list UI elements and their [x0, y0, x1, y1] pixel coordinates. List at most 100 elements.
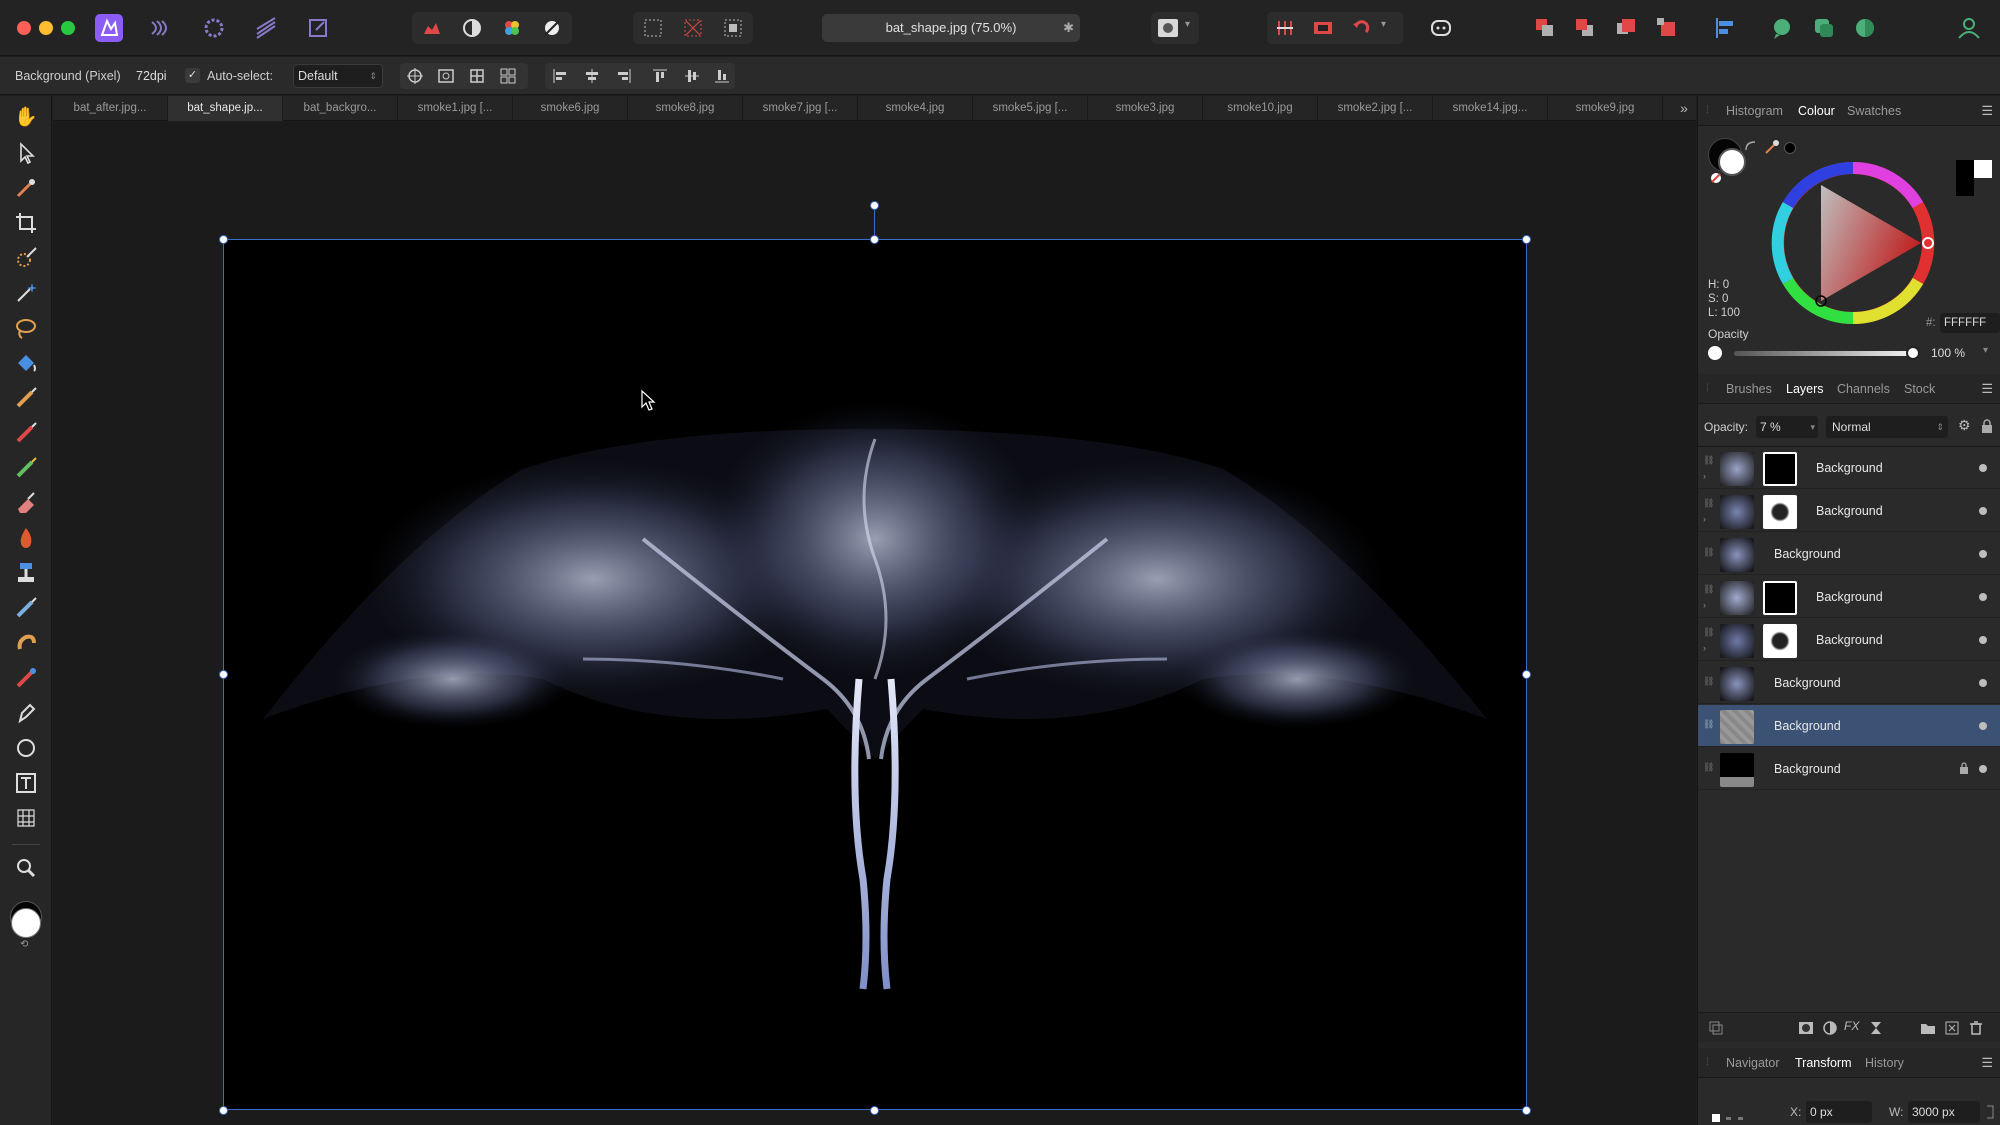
invert-selection-icon[interactable] — [723, 18, 743, 38]
brightness-icon[interactable] — [462, 18, 482, 38]
zoom-tool-icon[interactable] — [12, 854, 40, 882]
arrange-forward-icon[interactable] — [1531, 14, 1559, 42]
resize-handle-bottom[interactable] — [870, 1106, 879, 1115]
tab-layers[interactable]: Layers — [1786, 374, 1824, 404]
smudge-tool-icon[interactable] — [12, 594, 40, 622]
swatch-black-1[interactable] — [1956, 160, 1974, 178]
paint-brush-tool-icon[interactable] — [12, 419, 40, 447]
opacity-slider[interactable] — [1734, 351, 1908, 356]
resize-handle-top-left[interactable] — [219, 235, 228, 244]
resize-handle-top[interactable] — [870, 235, 879, 244]
develop-persona-icon[interactable] — [200, 14, 228, 42]
tab-transform[interactable]: Transform — [1795, 1048, 1852, 1078]
layer-visibility-dot[interactable] — [1979, 765, 1987, 773]
mask-layer-icon[interactable] — [1798, 1020, 1814, 1036]
layer-link-icon[interactable]: ⛓ — [1703, 719, 1714, 730]
layer-link-icon[interactable]: ⛓ — [1703, 584, 1714, 595]
expand-chevron-icon[interactable]: › — [1703, 514, 1706, 524]
resize-handle-top-right[interactable] — [1522, 235, 1531, 244]
doc-tab[interactable]: smoke6.jpg — [513, 96, 628, 121]
layer-link-icon[interactable]: ⛓ — [1703, 455, 1714, 466]
layer-row[interactable]: ⛓ Background — [1698, 533, 2000, 575]
fx-icon[interactable]: FX — [1844, 1019, 1859, 1033]
colour-wheel[interactable] — [1768, 158, 1938, 328]
selection-box-icon[interactable] — [468, 67, 486, 85]
opacity-slider-thumb[interactable] — [1906, 346, 1920, 360]
lock-icon[interactable] — [1981, 419, 1993, 434]
opacity-value[interactable]: 100 % — [1931, 346, 1965, 360]
blemish-removal-tool-icon[interactable] — [12, 629, 40, 657]
doc-tab[interactable]: smoke8.jpg — [628, 96, 743, 121]
more-tabs-chevron-icon[interactable]: » — [1673, 96, 1695, 121]
color-wheel-icon[interactable] — [502, 18, 522, 38]
layer-visibility-dot[interactable] — [1979, 722, 1987, 730]
link-proportions-icon[interactable] — [1985, 1105, 1995, 1119]
pen-tool-icon[interactable] — [12, 699, 40, 727]
layer-link-icon[interactable]: ⛓ — [1703, 676, 1714, 687]
flood-select-tool-icon[interactable] — [12, 279, 40, 307]
expand-chevron-icon[interactable]: › — [1703, 643, 1706, 653]
undo-chevron-icon[interactable]: ▾ — [1381, 19, 1386, 30]
layer-link-icon[interactable]: ⛓ — [1703, 498, 1714, 509]
undo-icon[interactable] — [1351, 18, 1371, 38]
tab-channels[interactable]: Channels — [1837, 374, 1890, 404]
distribute-grid-icon[interactable] — [499, 67, 517, 85]
crop-tool-icon[interactable] — [12, 209, 40, 237]
expand-chevron-icon[interactable]: › — [1703, 471, 1706, 481]
white-balance-icon[interactable] — [542, 18, 562, 38]
doc-tab[interactable]: smoke4.jpg — [858, 96, 973, 121]
selection-brush-tool-icon[interactable] — [12, 244, 40, 272]
panel-menu-icon[interactable]: ☰ — [1981, 103, 1993, 119]
resize-handle-right[interactable] — [1522, 670, 1531, 679]
layer-visibility-dot[interactable] — [1979, 550, 1987, 558]
freehand-selection-tool-icon[interactable] — [12, 314, 40, 342]
layer-row-selected[interactable]: ⛓ Background — [1698, 705, 2000, 747]
doc-tab[interactable]: smoke5.jpg [... — [973, 96, 1088, 121]
rotation-handle[interactable] — [870, 201, 879, 210]
alignment-icon[interactable] — [1711, 14, 1739, 42]
resize-handle-bottom-left[interactable] — [219, 1106, 228, 1115]
export-persona-icon[interactable] — [304, 14, 332, 42]
hex-input[interactable]: FFFFFF — [1940, 313, 2000, 333]
mesh-warp-tool-icon[interactable] — [12, 804, 40, 832]
selection-bounding-box[interactable] — [223, 239, 1527, 1110]
align-right-icon[interactable] — [615, 67, 633, 85]
doc-tab[interactable]: smoke1.jpg [... — [398, 96, 513, 121]
layer-link-icon[interactable]: ⛓ — [1703, 547, 1714, 558]
align-left-icon[interactable] — [551, 67, 569, 85]
doc-tab[interactable]: smoke3.jpg — [1088, 96, 1203, 121]
canvas-area[interactable] — [53, 122, 1696, 1125]
dodge-burn-tool-icon[interactable] — [12, 524, 40, 552]
hand-tool-icon[interactable]: ✋ — [12, 104, 40, 132]
panel-menu-icon[interactable]: ☰ — [1981, 381, 1993, 397]
red-eye-tool-icon[interactable] — [12, 664, 40, 692]
tab-stock[interactable]: Stock — [1904, 374, 1935, 404]
doc-tab[interactable]: bat_after.jpg... — [53, 96, 168, 121]
layer-opacity-input[interactable]: 7 % ▾ — [1756, 416, 1818, 438]
liquify-persona-icon[interactable] — [146, 14, 174, 42]
share-icon[interactable] — [1810, 14, 1838, 42]
erase-brush-tool-icon[interactable] — [12, 489, 40, 517]
align-bottom-icon[interactable] — [713, 67, 731, 85]
blend-mode-dropdown[interactable]: Normal ⇕ — [1826, 416, 1948, 438]
layer-row[interactable]: ⛓ › Background — [1698, 490, 2000, 532]
layer-visibility-dot[interactable] — [1979, 507, 1987, 515]
x-input[interactable]: 0 px — [1806, 1101, 1872, 1123]
fill-tool-icon[interactable] — [12, 349, 40, 377]
doc-tab[interactable]: bat_backgro... — [283, 96, 398, 121]
snapping-icon[interactable] — [1275, 18, 1295, 38]
mixer-brush-tool-icon[interactable] — [12, 454, 40, 482]
auto-select-checkbox[interactable]: ✓ — [185, 68, 200, 83]
doc-tab[interactable]: smoke2.jpg [... — [1318, 96, 1433, 121]
swatch-black-2[interactable] — [1956, 178, 1974, 196]
mask-icon[interactable] — [1313, 18, 1333, 38]
align-top-icon[interactable] — [651, 67, 669, 85]
clone-tool-icon[interactable] — [12, 559, 40, 587]
tone-mapping-persona-icon[interactable] — [252, 14, 280, 42]
persona-switch-icon[interactable] — [1851, 14, 1879, 42]
align-center-icon[interactable] — [583, 67, 601, 85]
secondary-color-swatch[interactable] — [11, 908, 41, 938]
w-input[interactable]: 3000 px — [1908, 1101, 1980, 1123]
tab-colour[interactable]: Colour — [1798, 96, 1835, 126]
delete-layer-icon[interactable] — [1968, 1020, 1984, 1036]
